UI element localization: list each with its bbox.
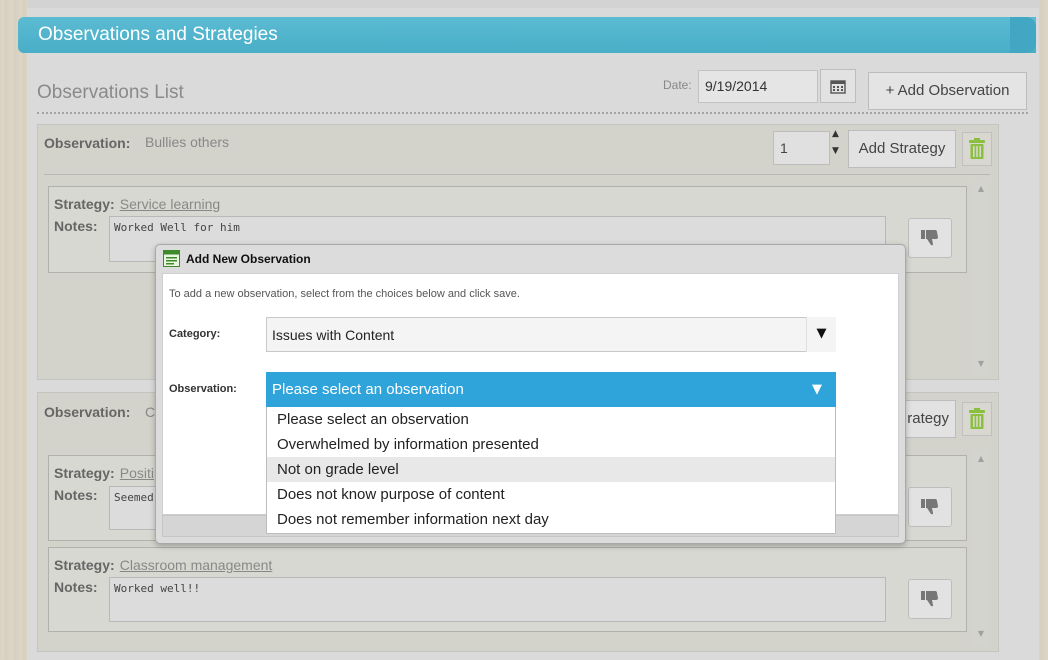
divider <box>37 112 1028 114</box>
notes-label: Notes: <box>54 218 98 234</box>
thumbs-down-icon <box>921 591 938 607</box>
observations-list-title: Observations List <box>37 82 184 103</box>
form-icon <box>163 250 180 267</box>
date-label: Date: <box>663 78 692 92</box>
dropdown-option[interactable]: Overwhelmed by information presented <box>267 432 835 457</box>
scroll-up-icon[interactable]: ▲ <box>973 184 989 193</box>
stepper-down-icon[interactable]: ▼ <box>832 146 839 156</box>
strategy-count-input[interactable]: 1 <box>773 131 830 165</box>
strategy-link[interactable]: Positi <box>120 465 154 481</box>
strategy-row: Strategy: Positi <box>54 463 154 482</box>
thumbs-down-button[interactable] <box>908 579 952 619</box>
add-strategy-button[interactable]: Add Strategy <box>848 130 956 168</box>
observation-dropdown-list: Please select an observation Overwhelmed… <box>266 407 836 534</box>
observation-label: Observation: <box>44 135 131 151</box>
observation-value: C <box>145 404 156 420</box>
delete-observation-button[interactable] <box>962 402 992 436</box>
chevron-down-icon[interactable]: ▼ <box>812 372 822 407</box>
calendar-button[interactable] <box>820 69 856 103</box>
strategy-link[interactable]: Service learning <box>120 196 220 212</box>
strategy-label: Strategy: <box>54 465 115 481</box>
chevron-down-icon[interactable]: ▼ <box>806 317 836 352</box>
delete-observation-button[interactable] <box>962 132 992 166</box>
strategy-row: Strategy: Classroom management <box>54 555 272 574</box>
trash-icon <box>969 138 985 159</box>
observation-label: Observation: <box>44 404 131 420</box>
header-banner-tail <box>1010 17 1036 53</box>
strategy-row: Strategy: Service learning <box>54 194 220 213</box>
card-divider <box>44 174 990 175</box>
observation-select[interactable]: Please select an observation <box>266 372 836 407</box>
add-observation-button[interactable]: + Add Observation <box>868 72 1027 110</box>
dropdown-option[interactable]: Does not know purpose of content <box>267 482 835 507</box>
scroll-down-icon[interactable]: ▼ <box>973 629 989 638</box>
dialog-instructions: To add a new observation, select from th… <box>169 288 520 300</box>
observation-field-label: Observation: <box>169 383 237 395</box>
notes-textarea[interactable]: Worked well!! <box>109 577 886 622</box>
thumbs-down-icon <box>921 499 938 515</box>
category-select[interactable]: Issues with Content <box>266 317 836 352</box>
thumbs-down-button[interactable] <box>908 487 952 527</box>
date-input[interactable]: 9/19/2014 <box>698 70 818 103</box>
header-title: Observations and Strategies <box>38 24 278 45</box>
category-label: Category: <box>169 328 221 340</box>
dropdown-option[interactable]: Does not remember information next day <box>267 507 835 532</box>
scrollbar[interactable]: ▲ ▼ <box>973 180 989 376</box>
header-banner: Observations and Strategies <box>18 17 1036 53</box>
dialog-title: Add New Observation <box>186 252 311 266</box>
dropdown-option-highlighted[interactable]: Not on grade level <box>267 457 835 482</box>
strategy-label: Strategy: <box>54 557 115 573</box>
observation-value: Bullies others <box>145 134 230 150</box>
strategy-label: Strategy: <box>54 196 115 212</box>
count-stepper[interactable]: ▲ ▼ <box>832 129 839 156</box>
calendar-icon <box>830 79 846 94</box>
scrollbar[interactable]: ▲ ▼ <box>973 450 989 646</box>
trash-icon <box>969 408 985 429</box>
scroll-down-icon[interactable]: ▼ <box>973 359 989 368</box>
notes-label: Notes: <box>54 487 98 503</box>
thumbs-down-icon <box>921 230 938 246</box>
stepper-up-icon[interactable]: ▲ <box>832 129 839 139</box>
dropdown-option[interactable]: Please select an observation <box>267 407 835 432</box>
scroll-up-icon[interactable]: ▲ <box>973 454 989 463</box>
top-sliver <box>27 0 1039 8</box>
notes-label: Notes: <box>54 579 98 595</box>
strategy-link[interactable]: Classroom management <box>120 557 273 573</box>
thumbs-down-button[interactable] <box>908 218 952 258</box>
